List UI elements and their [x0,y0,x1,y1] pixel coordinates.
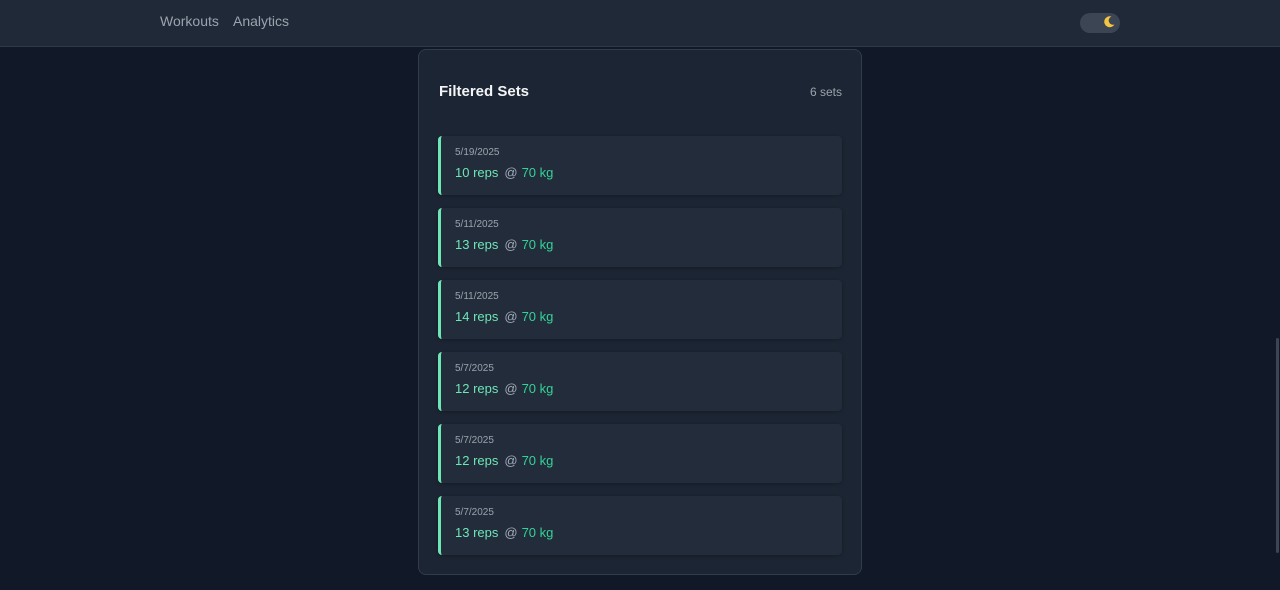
set-count: 6 sets [809,85,842,99]
set-weight: 70 kg [521,525,554,540]
theme-toggle[interactable] [1080,13,1120,33]
set-item: 5/7/2025 13 reps @70 kg [438,496,842,555]
set-date: 5/7/2025 [455,435,494,446]
set-reps: 13 reps [455,237,499,252]
set-at: @ [504,237,518,252]
nav-link-analytics[interactable]: Analytics [233,13,289,29]
set-at: @ [504,525,518,540]
top-navigation: Workouts Analytics [0,0,1280,47]
filtered-sets-card: Filtered Sets 6 sets 5/19/2025 10 reps @7… [418,49,862,575]
moon-icon [1104,16,1115,28]
set-item: 5/7/2025 12 reps @70 kg [438,424,842,483]
set-details: 14 reps @70 kg [455,309,553,324]
set-at: @ [504,453,518,468]
set-weight: 70 kg [521,237,554,252]
set-weight: 70 kg [521,309,554,324]
set-date: 5/19/2025 [455,147,500,158]
page-scrollbar[interactable] [1276,338,1279,553]
set-date: 5/11/2025 [455,219,499,230]
set-at: @ [504,381,518,396]
set-item: 5/19/2025 10 reps @70 kg [438,136,842,195]
set-at: @ [504,309,518,324]
set-weight: 70 kg [521,165,554,180]
set-at: @ [504,165,518,180]
set-date: 5/7/2025 [455,363,494,374]
set-list: 5/19/2025 10 reps @70 kg 5/11/2025 13 rep… [438,136,842,568]
card-title: Filtered Sets [439,83,530,100]
set-details: 13 reps @70 kg [455,237,553,252]
set-date: 5/11/2025 [455,291,499,302]
set-reps: 10 reps [455,165,499,180]
set-date: 5/7/2025 [455,507,494,518]
set-item: 5/7/2025 12 reps @70 kg [438,352,842,411]
set-reps: 13 reps [455,525,499,540]
set-reps: 12 reps [455,453,499,468]
set-details: 13 reps @70 kg [455,525,553,540]
set-details: 12 reps @70 kg [455,453,553,468]
set-item: 5/11/2025 14 reps @70 kg [438,280,842,339]
nav-link-workouts[interactable]: Workouts [160,13,219,29]
set-weight: 70 kg [521,453,554,468]
set-weight: 70 kg [521,381,554,396]
set-item: 5/11/2025 13 reps @70 kg [438,208,842,267]
set-details: 10 reps @70 kg [455,165,553,180]
set-details: 12 reps @70 kg [455,381,553,396]
set-reps: 14 reps [455,309,499,324]
set-reps: 12 reps [455,381,499,396]
